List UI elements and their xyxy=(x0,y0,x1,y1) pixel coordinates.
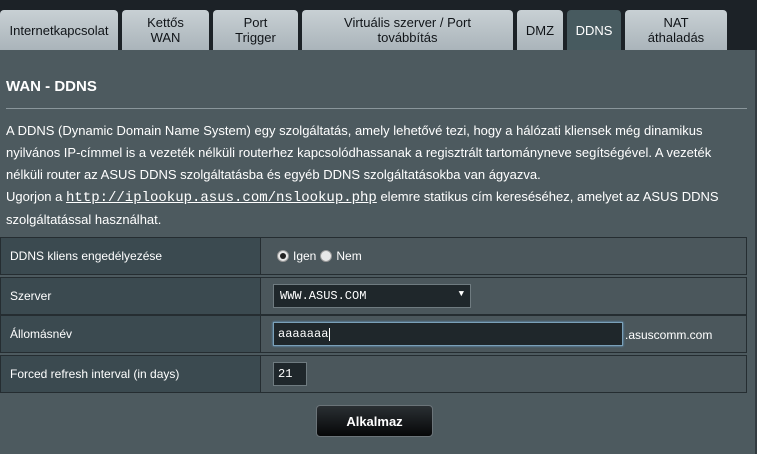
title-divider xyxy=(6,108,747,109)
tab-virtual-server[interactable]: Virtuális szerver / Port továbbítás xyxy=(302,10,513,50)
description-text: A DDNS (Dynamic Domain Name System) egy … xyxy=(6,123,712,182)
text-caret xyxy=(329,327,331,341)
hostname-input[interactable]: aaaaaaa xyxy=(273,322,623,346)
hostname-suffix: .asuscomm.com xyxy=(625,328,713,342)
hostname-value-cell: aaaaaaa .asuscomm.com xyxy=(261,316,746,352)
dropdown-arrow-icon: ▼ xyxy=(458,289,464,299)
description-link-prefix: Ugorjon a xyxy=(6,189,66,204)
refresh-value-cell: 21 xyxy=(261,356,746,392)
apply-button[interactable]: Alkalmaz xyxy=(316,405,433,437)
server-select-value: WWW.ASUS.COM xyxy=(280,289,367,303)
radio-no[interactable] xyxy=(320,250,333,262)
tab-port-trigger[interactable]: Port Trigger xyxy=(213,10,298,50)
main-panel: WAN - DDNS A DDNS (Dynamic Domain Name S… xyxy=(0,50,757,454)
server-label: Szerver xyxy=(1,278,261,314)
refresh-row: Forced refresh interval (in days) 21 xyxy=(0,355,747,393)
tab-dmz[interactable]: DMZ xyxy=(517,10,563,50)
tab-nat-passthrough[interactable]: NAT áthaladás xyxy=(625,10,727,50)
ddns-enable-options: Igen Nem xyxy=(261,238,746,274)
radio-yes[interactable] xyxy=(277,250,289,262)
description: A DDNS (Dynamic Domain Name System) egy … xyxy=(6,120,746,231)
tab-ddns[interactable]: DDNS xyxy=(567,10,621,50)
tab-dual-wan[interactable]: Kettős WAN xyxy=(122,10,209,50)
hostname-row: Állomásnév aaaaaaa .asuscomm.com xyxy=(0,315,747,353)
tab-bar: Internetkapcsolat Kettős WAN Port Trigge… xyxy=(0,0,757,50)
tab-internet-connection[interactable]: Internetkapcsolat xyxy=(0,10,118,50)
ddns-enable-row: DDNS kliens engedélyezése Igen Nem xyxy=(0,237,747,275)
iplookup-link[interactable]: http://iplookup.asus.com/nslookup.php xyxy=(66,190,377,206)
hostname-input-value: aaaaaaa xyxy=(278,327,329,341)
radio-no-label: Nem xyxy=(336,249,362,263)
server-value-cell: WWW.ASUS.COM ▼ xyxy=(261,278,746,314)
server-select[interactable]: WWW.ASUS.COM ▼ xyxy=(273,284,471,308)
radio-yes-label: Igen xyxy=(293,249,317,263)
server-row: Szerver WWW.ASUS.COM ▼ xyxy=(0,277,747,315)
hostname-label: Állomásnév xyxy=(1,316,261,352)
refresh-label: Forced refresh interval (in days) xyxy=(1,356,261,392)
refresh-interval-input[interactable]: 21 xyxy=(273,362,307,386)
page-title: WAN - DDNS xyxy=(6,78,97,95)
ddns-enable-label: DDNS kliens engedélyezése xyxy=(1,238,261,274)
